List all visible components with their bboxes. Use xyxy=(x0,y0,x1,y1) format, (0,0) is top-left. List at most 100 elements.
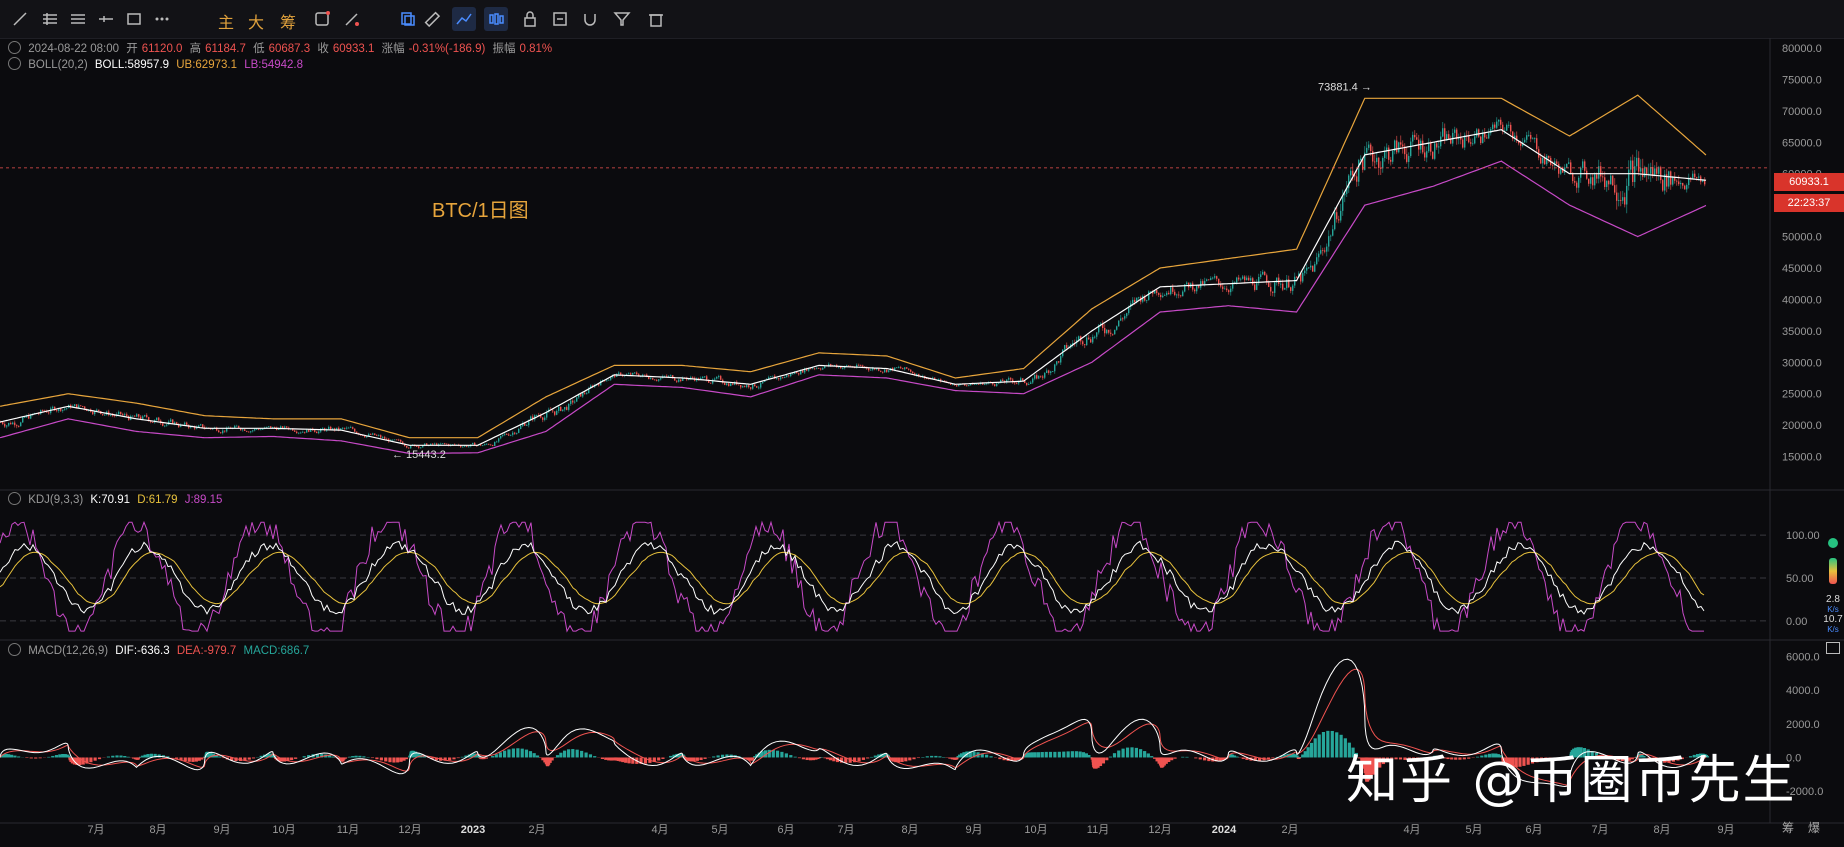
candle-body xyxy=(1624,197,1626,205)
candle-body xyxy=(1568,162,1570,164)
indicator-settings-icon[interactable] xyxy=(310,7,334,31)
candle-body xyxy=(1540,157,1542,164)
large-order-button[interactable]: 大 xyxy=(248,9,264,33)
macd-histogram-bar xyxy=(218,756,222,758)
macd-histogram-bar xyxy=(123,756,127,758)
chart-canvas[interactable]: 15000.0 20000.0 25000.0 30000.0 35000.0 40000… xyxy=(0,38,1844,847)
candle-body xyxy=(714,378,716,380)
candle-body xyxy=(814,368,816,370)
line-tool-icon[interactable] xyxy=(8,7,32,31)
magnet-icon[interactable] xyxy=(578,7,602,31)
candle-body xyxy=(792,373,794,375)
macd-tick-label: 6000.0 xyxy=(1786,651,1820,663)
candle-body xyxy=(1284,288,1286,290)
macd-histogram-bar xyxy=(143,754,147,758)
filter-icon[interactable] xyxy=(610,7,634,31)
candle-body xyxy=(1268,282,1270,287)
candle-body xyxy=(732,383,734,385)
ruler-icon[interactable] xyxy=(420,7,444,31)
candle-body xyxy=(526,425,528,426)
candle-body xyxy=(1680,182,1682,185)
candle-body xyxy=(1246,277,1248,281)
candle-body xyxy=(1506,124,1508,131)
candle-body xyxy=(1304,270,1306,274)
rectangle-icon[interactable] xyxy=(122,7,146,31)
pen-tool-icon[interactable] xyxy=(340,7,364,31)
macd-histogram-bar xyxy=(1121,748,1125,758)
note-icon[interactable] xyxy=(548,7,572,31)
candle-body xyxy=(294,430,296,432)
candle-body xyxy=(1398,142,1400,153)
parallel-lines-icon[interactable] xyxy=(66,7,90,31)
kdj-tick-label: 100.00 xyxy=(1786,530,1820,542)
macd-histogram-bar xyxy=(604,757,608,760)
macd-histogram-bar xyxy=(392,757,396,763)
main-indicator-button[interactable]: 主 xyxy=(218,9,234,33)
candle-body xyxy=(858,364,860,366)
candle-body xyxy=(1434,143,1436,159)
horizontal-ray-icon[interactable] xyxy=(94,7,118,31)
candle-body xyxy=(1108,329,1110,333)
candle-body xyxy=(80,405,82,407)
price-tick-label: 20000.0 xyxy=(1782,420,1822,432)
macd-histogram-bar xyxy=(1062,751,1066,758)
hline-multi-icon[interactable] xyxy=(38,7,62,31)
macd-histogram-bar xyxy=(767,749,771,758)
more-icon[interactable] xyxy=(150,7,174,31)
macd-histogram-bar xyxy=(797,757,802,759)
candle-body xyxy=(1374,161,1376,163)
candle-body xyxy=(1196,285,1198,292)
candle-body xyxy=(1156,290,1158,294)
candle-body xyxy=(688,379,690,380)
candle-body xyxy=(786,375,788,377)
candle-body xyxy=(48,412,50,414)
macd-histogram-bar xyxy=(183,757,187,762)
candle-body xyxy=(446,443,448,445)
macd-histogram-bar xyxy=(191,757,195,762)
draw-indicator-icon[interactable] xyxy=(452,7,476,31)
candle-body xyxy=(392,439,394,441)
candle-body xyxy=(500,435,502,439)
macd-histogram-bar xyxy=(384,757,388,762)
macd-histogram-bar xyxy=(657,757,661,761)
candles-icon[interactable] xyxy=(484,7,508,31)
candle-body xyxy=(270,426,272,428)
candle-body xyxy=(1556,161,1558,164)
candle-body xyxy=(418,446,420,448)
candle-body xyxy=(1614,185,1616,193)
macd-histogram-bar xyxy=(399,757,403,762)
copy-icon[interactable] xyxy=(396,7,420,31)
macd-histogram-bar xyxy=(351,756,355,758)
candle-body xyxy=(242,429,244,431)
macd-histogram-bar xyxy=(925,756,929,758)
candle-body xyxy=(1274,282,1276,293)
candle-body xyxy=(56,410,58,412)
macd-histogram-bar xyxy=(448,757,452,761)
candle-body xyxy=(560,406,562,411)
lock-icon[interactable] xyxy=(518,7,542,31)
candle-body xyxy=(1138,297,1140,299)
trash-icon[interactable] xyxy=(644,7,668,31)
camera-icon[interactable] xyxy=(1826,642,1840,654)
candle-body xyxy=(582,392,584,397)
candle-body xyxy=(1660,167,1662,181)
candle-body xyxy=(1476,129,1478,137)
candle-body xyxy=(1036,375,1038,379)
candle-body xyxy=(1638,157,1640,172)
liquidation-toggle[interactable]: 爆 xyxy=(1808,819,1820,836)
boll-mid-line xyxy=(0,129,1707,446)
candle-body xyxy=(570,400,572,404)
price-tick-label: 15000.0 xyxy=(1782,452,1822,464)
chips-button[interactable]: 筹 xyxy=(280,9,296,33)
candle-body xyxy=(378,435,380,437)
candle-body xyxy=(1260,274,1262,277)
candle-body xyxy=(1332,229,1334,236)
candle-body xyxy=(1028,384,1030,385)
candle-body xyxy=(136,414,138,417)
candle-body xyxy=(172,419,174,424)
candle-body xyxy=(842,368,844,369)
chips-toggle[interactable]: 筹 xyxy=(1782,819,1794,836)
macd-histogram-bar xyxy=(857,757,861,762)
candle-body xyxy=(1106,329,1108,334)
price-tick-label: 45000.0 xyxy=(1782,263,1822,275)
